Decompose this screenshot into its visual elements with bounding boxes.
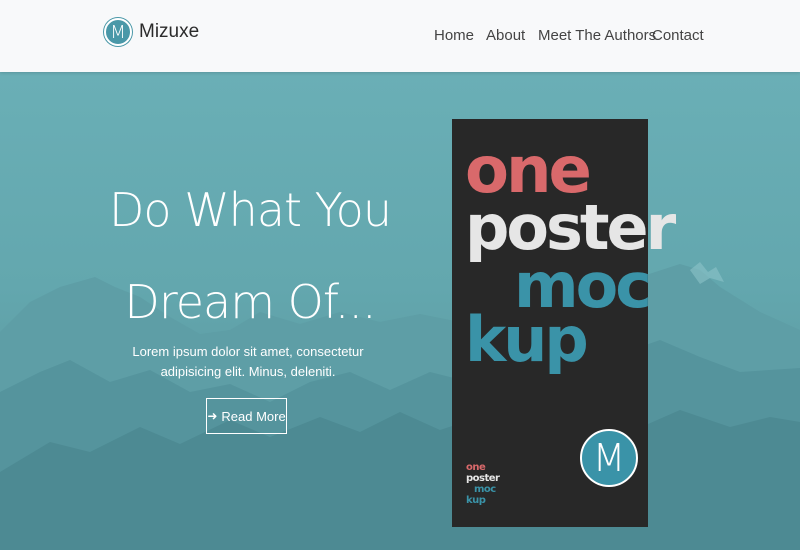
read-more-label: Read More [221, 408, 286, 424]
headline-line-2: Dream Of... [124, 275, 376, 329]
nav-link-home[interactable]: Home [434, 27, 474, 44]
headline-line-1: Do What You [109, 183, 392, 237]
nav-link-about[interactable]: About [486, 27, 525, 44]
poster-small-moc: moc [474, 484, 496, 495]
poster-small-kup: kup [466, 495, 486, 506]
poster-small-one: one [466, 462, 486, 473]
hero-headline: Do What You Dream Of... [100, 164, 400, 348]
nav-link-contact[interactable]: Contact [652, 27, 704, 44]
poster-mockup: one poster moc kup one poster moc kup M [452, 119, 676, 527]
read-more-button[interactable]: ➜ Read More [206, 398, 287, 434]
arrow-right-icon: ➜ [207, 409, 218, 423]
poster-word-kup: kup [465, 303, 589, 376]
poster-small-poster: poster [466, 473, 500, 484]
nav-link-meet-the-authors[interactable]: Meet The Authors [538, 27, 656, 44]
navbar: M Mizuxe Home About Meet The Authors Con… [0, 0, 800, 72]
hero-lead-text: Lorem ipsum dolor sit amet, consectetur … [132, 344, 364, 379]
hero-section: Do What You Dream Of... Lorem ipsum dolo… [0, 72, 800, 550]
poster-logo: M [580, 429, 638, 487]
nav-links: Home About Meet The Authors Contact [0, 27, 800, 49]
